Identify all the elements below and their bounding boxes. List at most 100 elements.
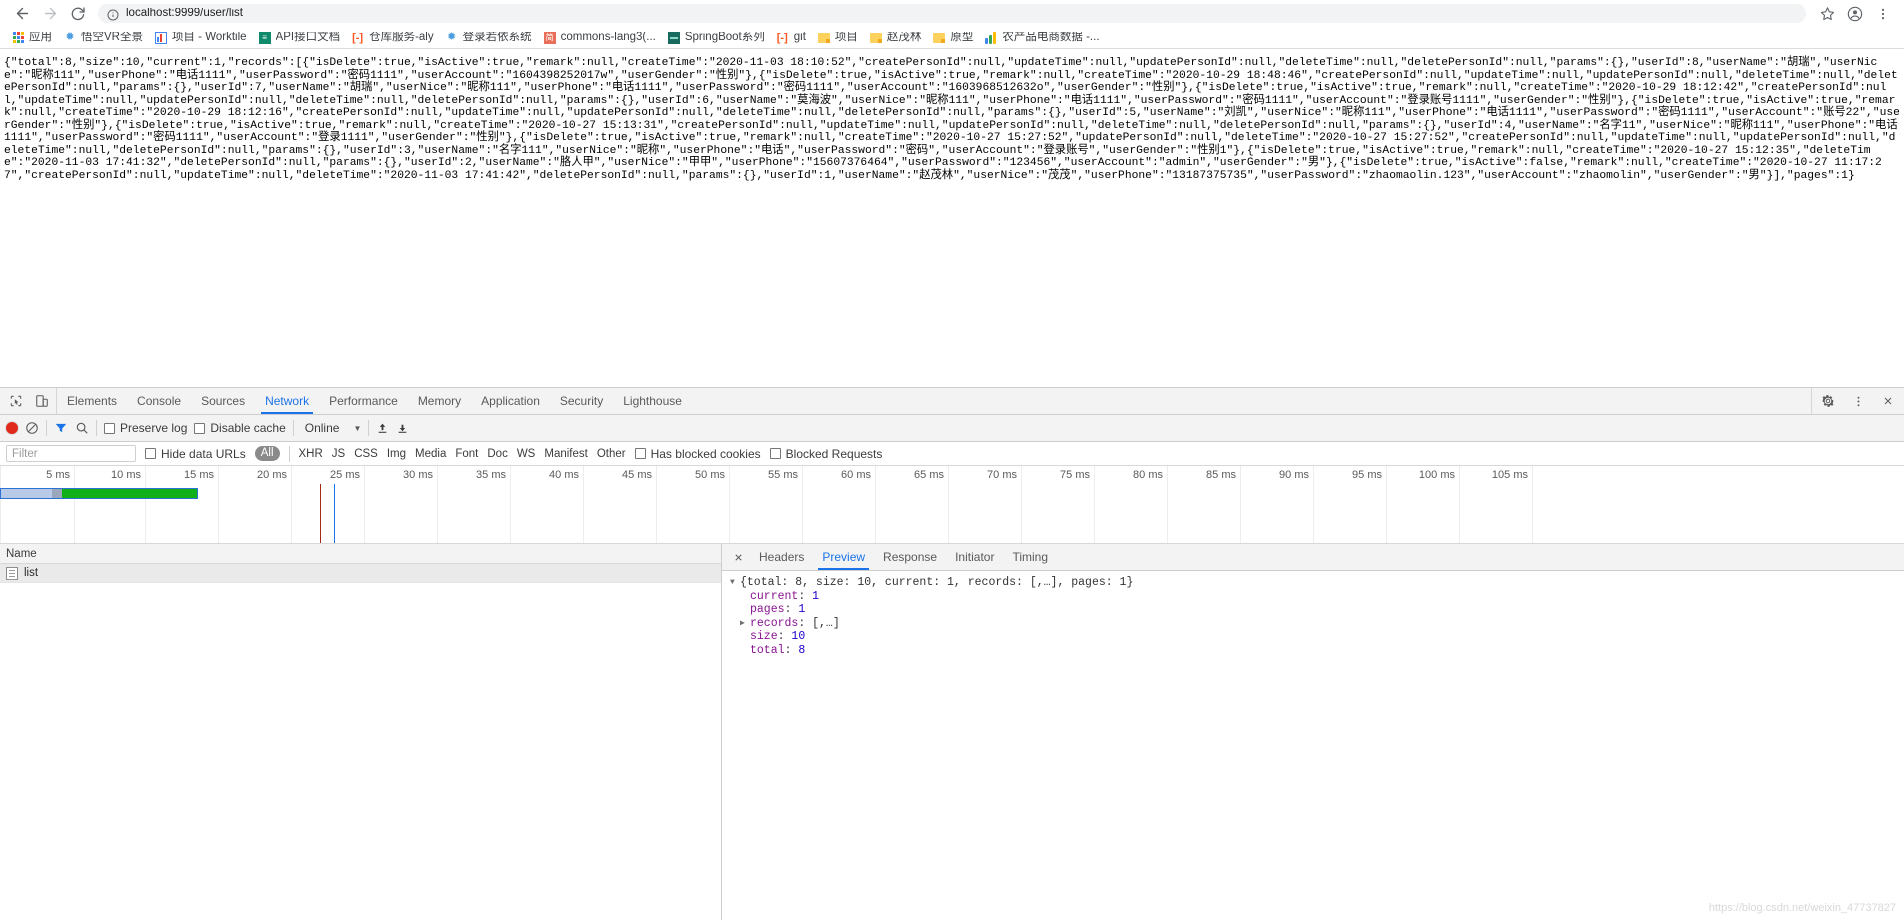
leaf-favicon: ✹ <box>447 31 457 43</box>
clear-network-log-icon[interactable] <box>25 421 39 435</box>
detail-tab-timing[interactable]: Timing <box>1003 544 1057 570</box>
has-blocked-cookies-label: Has blocked cookies <box>650 446 761 461</box>
disable-cache-checkbox[interactable]: Disable cache <box>194 421 286 435</box>
resource-type-css[interactable]: CSS <box>354 448 378 460</box>
resource-type-font[interactable]: Font <box>455 448 478 460</box>
tab-memory[interactable]: Memory <box>408 388 471 414</box>
tab-lighthouse[interactable]: Lighthouse <box>613 388 692 414</box>
three-dots-menu-icon[interactable] <box>1870 2 1896 26</box>
preserve-log-checkbox[interactable]: Preserve log <box>104 421 187 435</box>
resource-type-manifest[interactable]: Manifest <box>544 448 587 460</box>
bookmark-wukong-vr[interactable]: ✹ 悟空VR全景 <box>58 28 149 48</box>
resource-type-ws[interactable]: WS <box>517 448 536 460</box>
bookmark-agri-ecommerce-data[interactable]: 农产品电商数据 -... <box>979 28 1105 48</box>
user-avatar-icon[interactable] <box>1842 2 1868 26</box>
three-dots-vertical-icon[interactable] <box>1848 391 1868 411</box>
network-filter-bar: Filter Hide data URLs All XHR JS CSS Img… <box>0 442 1904 466</box>
bookmark-label: 原型 <box>950 31 974 43</box>
network-overview-timeline[interactable]: 5 ms 10 ms 15 ms 20 ms 25 ms 30 ms 35 ms… <box>0 466 1904 544</box>
preview-entry-records[interactable]: ▶ records : [,…] <box>730 617 1904 631</box>
chevron-right-icon[interactable]: ▶ <box>740 617 750 631</box>
hide-data-urls-checkbox[interactable]: Hide data URLs <box>145 447 246 461</box>
divider <box>288 445 290 462</box>
request-list-header: Name <box>0 544 721 564</box>
bookmark-folder-zhaomaolin[interactable]: 赵茂林 <box>864 28 928 48</box>
tab-network[interactable]: Network <box>255 388 319 414</box>
tab-application[interactable]: Application <box>471 388 550 414</box>
has-blocked-cookies-checkbox[interactable]: Has blocked cookies <box>634 446 761 461</box>
reload-button[interactable] <box>64 2 92 26</box>
bookmark-folder-yuanxing[interactable]: 原型 <box>927 28 979 48</box>
blocked-requests-checkbox[interactable]: Blocked Requests <box>769 447 882 461</box>
devtools-tabbar: Elements Console Sources Network Perform… <box>0 388 1904 415</box>
address-bar[interactable]: localhost:9999/user/list <box>98 4 1806 23</box>
tab-performance[interactable]: Performance <box>319 388 408 414</box>
folder-icon <box>869 32 882 44</box>
filter-funnel-icon[interactable] <box>54 421 68 435</box>
bookmark-apps[interactable]: 应用 <box>6 28 58 48</box>
preview-json-tree: ▼ {total: 8, size: 10, current: 1, recor… <box>722 571 1904 920</box>
toggle-device-toolbar-icon[interactable] <box>32 391 52 411</box>
record-stop-icon[interactable] <box>6 422 18 434</box>
tab-sources[interactable]: Sources <box>191 388 255 414</box>
resource-type-doc[interactable]: Doc <box>487 448 507 460</box>
filter-placeholder: Filter <box>12 447 38 460</box>
resource-type-js[interactable]: JS <box>332 448 345 460</box>
timeline-tick-label: 30 ms <box>403 469 433 481</box>
request-list-empty-area <box>0 583 721 920</box>
export-har-icon[interactable] <box>396 422 409 435</box>
back-button[interactable] <box>8 2 36 26</box>
resource-type-xhr[interactable]: XHR <box>299 448 323 460</box>
divider <box>368 420 370 436</box>
network-body: Name list Headers Preview Response Initi… <box>0 544 1904 920</box>
table-row[interactable]: list <box>0 564 721 583</box>
checkbox-box <box>104 422 115 434</box>
detail-tab-initiator[interactable]: Initiator <box>946 544 1003 570</box>
folder-icon <box>817 32 830 44</box>
bookmark-springboot-series[interactable]: SpringBoot系列 <box>662 28 771 48</box>
bookmark-git[interactable]: [-] git <box>771 28 812 48</box>
tab-elements[interactable]: Elements <box>57 388 127 414</box>
timeline-tick-label: 80 ms <box>1133 469 1163 481</box>
preview-root-line[interactable]: ▼ {total: 8, size: 10, current: 1, recor… <box>730 576 1904 590</box>
filter-input[interactable]: Filter <box>6 445 136 462</box>
detail-tab-preview[interactable]: Preview <box>813 544 874 570</box>
detail-tab-response[interactable]: Response <box>874 544 946 570</box>
timeline-tick-label: 95 ms <box>1352 469 1382 481</box>
bookmark-star-icon[interactable] <box>1814 2 1840 26</box>
resource-type-all[interactable]: All <box>254 446 280 461</box>
toolbar-right-group <box>1814 2 1896 26</box>
timeline-tick-label: 25 ms <box>330 469 360 481</box>
tab-console[interactable]: Console <box>127 388 191 414</box>
inspect-element-icon[interactable] <box>6 391 26 411</box>
resource-type-other[interactable]: Other <box>597 448 626 460</box>
column-header-name[interactable]: Name <box>6 548 37 560</box>
chart-favicon <box>154 31 167 44</box>
import-har-icon[interactable] <box>376 422 389 435</box>
resource-type-img[interactable]: Img <box>387 448 406 460</box>
timeline-tick-label: 105 ms <box>1491 469 1528 481</box>
bookmark-label: 赵茂林 <box>886 31 922 43</box>
resource-type-media[interactable]: Media <box>415 448 446 460</box>
close-devtools-icon[interactable] <box>1878 391 1898 411</box>
detail-tab-headers[interactable]: Headers <box>750 544 813 570</box>
throttling-select[interactable]: Online ▼ <box>301 421 362 435</box>
search-icon[interactable] <box>75 421 89 435</box>
info-circle-icon[interactable] <box>107 8 119 20</box>
bookmark-ruoyi-login[interactable]: ✹ 登录若依系统 <box>440 28 538 48</box>
bookmark-worktile[interactable]: 项目 - Worktile <box>149 28 253 48</box>
chevron-down-icon[interactable]: ▼ <box>730 576 740 590</box>
timeline-tick-label: 10 ms <box>111 469 141 481</box>
bookmark-commons-lang3[interactable]: 简 commons-lang3(... <box>538 28 662 48</box>
divider <box>292 420 294 436</box>
bookmark-api-docs[interactable]: ≡ API接口文档 <box>253 28 347 48</box>
gear-icon[interactable] <box>1818 391 1838 411</box>
bookmark-label: 仓库服务-aly <box>369 31 434 43</box>
forward-button[interactable] <box>36 2 64 26</box>
close-detail-icon[interactable] <box>726 544 750 570</box>
bookmark-folder-xiangmu[interactable]: 项目 <box>812 28 864 48</box>
bookmark-warehouse-aly[interactable]: [-] 仓库服务-aly <box>346 28 440 48</box>
timeline-tick-label: 45 ms <box>622 469 652 481</box>
tab-security[interactable]: Security <box>550 388 613 414</box>
bookmark-label: commons-lang3(... <box>560 31 656 43</box>
